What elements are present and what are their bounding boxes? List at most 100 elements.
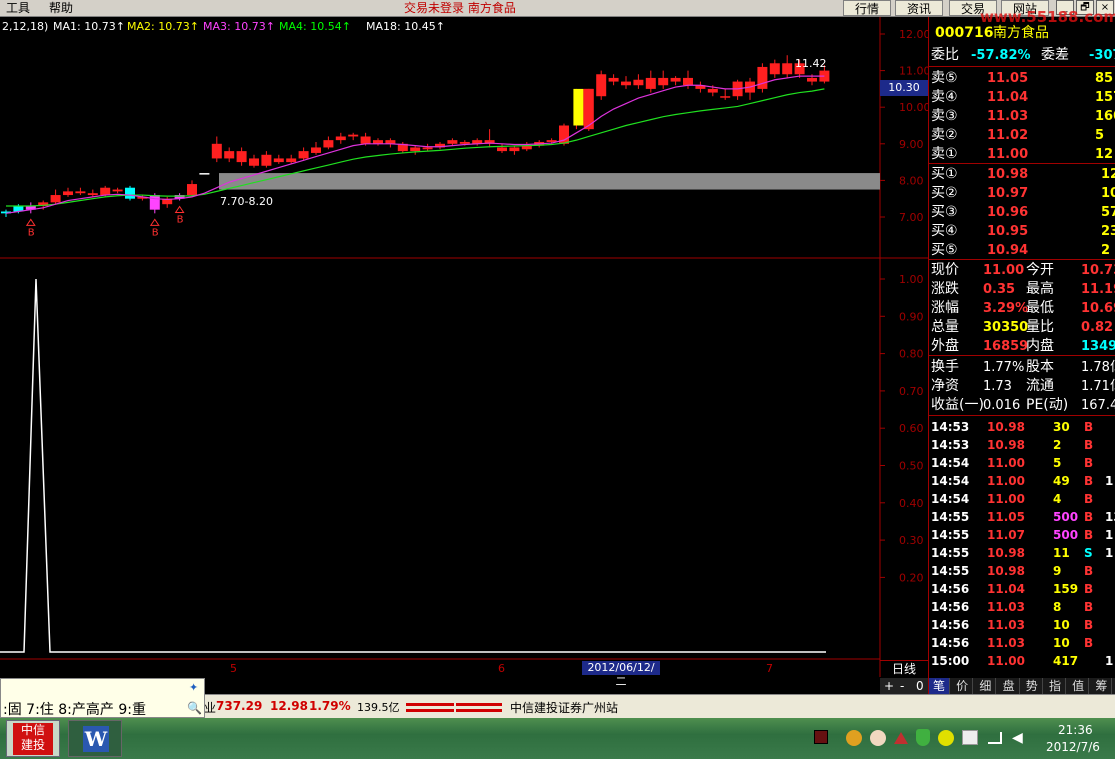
tick-s: B <box>1084 420 1094 434</box>
tray-clipboard-icon[interactable] <box>962 730 978 745</box>
wizard-icon[interactable]: ✦ <box>189 681 198 694</box>
menu-help[interactable]: 帮助 <box>49 0 73 16</box>
stat-value: 16859 <box>983 339 1029 354</box>
signal-icon[interactable] <box>988 732 1002 744</box>
panel-tab[interactable]: 筹 <box>1091 678 1113 694</box>
bid-price: 10.98 <box>987 167 1029 182</box>
app-label-line2: 建投 <box>20 738 45 752</box>
tick-s: B <box>1084 456 1094 470</box>
ask-label: 卖② <box>931 127 958 143</box>
stat-label: 最高 <box>1026 281 1054 297</box>
zoom-in-button[interactable]: + <box>884 678 894 694</box>
tray-security-icon[interactable] <box>938 730 954 746</box>
panel-tab[interactable]: 指 <box>1045 678 1066 694</box>
fund-row: 收益(一) 0.016 PE(动) 167.4 <box>929 396 1115 415</box>
tick-row: 14:56 11.04 159 B <box>929 580 1115 598</box>
y-tick-label: 8.00 <box>899 174 924 187</box>
bid-price: 10.94 <box>987 243 1029 258</box>
bid-price: 10.96 <box>987 205 1029 220</box>
candle-body <box>50 195 61 203</box>
stock-code: 000716 <box>935 25 994 41</box>
zoom-out-button[interactable]: - <box>900 678 904 694</box>
tick-p: 10.98 <box>987 564 1025 578</box>
candle-body <box>509 147 520 152</box>
buy-arrow-icon <box>174 205 185 214</box>
panel-tab[interactable]: 值 <box>1068 678 1090 694</box>
tick-t: 14:53 <box>931 420 970 434</box>
tick-p: 11.00 <box>987 456 1025 470</box>
tick-v: 49 <box>1053 474 1070 488</box>
tick-p: 10.98 <box>987 420 1025 434</box>
keyboard-wizard-popup[interactable]: :固 7:住 8:产高产 9:重 🔍 ✦ <box>0 678 205 718</box>
ask-label: 卖④ <box>931 89 958 105</box>
tick-n: 1 <box>1105 528 1114 542</box>
tick-v: 159 <box>1053 582 1079 596</box>
candle-body <box>410 147 421 152</box>
fund-label: PE(动) <box>1026 397 1069 413</box>
tray-app-icon[interactable] <box>814 730 828 744</box>
candle-body <box>707 88 718 93</box>
shield-icon[interactable] <box>916 729 930 746</box>
news-button[interactable]: 资讯 <box>895 0 943 16</box>
fund-label: 流通 <box>1026 378 1054 394</box>
buy-signal-label: B <box>28 227 35 238</box>
stat-row: 外盘 16859内盘 13491 <box>929 337 1115 356</box>
zoom-controls: + - 0 <box>880 678 929 694</box>
indicator-tick-label: 0.80 <box>899 348 924 361</box>
tray-network-icon[interactable] <box>894 732 908 744</box>
cursor-date: 2012/06/12/二 <box>582 661 660 688</box>
bid-price: 10.97 <box>987 186 1029 201</box>
index-change: 12.98 <box>270 699 308 713</box>
popup-text: :固 7:住 8:产高产 9:重 <box>3 702 146 718</box>
ask-volume: 12 <box>1095 147 1114 162</box>
buy-arrow-icon <box>149 218 160 226</box>
candle-body <box>670 77 681 82</box>
zoom-reset-button[interactable]: 0 <box>916 678 924 694</box>
search-icon[interactable]: 🔍 <box>187 701 202 715</box>
tick-p: 11.07 <box>987 528 1025 542</box>
stat-value: 0.82 <box>1081 320 1114 335</box>
taskbar-app-word[interactable]: W <box>68 720 122 757</box>
tick-row: 15:00 11.00 417 1 <box>929 652 1115 670</box>
tick-v: 5 <box>1053 456 1062 470</box>
ask-row: 卖③ 11.03 160 <box>929 107 1115 126</box>
period-label[interactable]: 日线 <box>880 660 928 677</box>
bid-price: 10.95 <box>987 224 1029 239</box>
menu-tools[interactable]: 工具 <box>6 0 30 16</box>
panel-tab[interactable]: 价 <box>952 678 974 694</box>
tick-s: B <box>1084 474 1094 488</box>
ask-label: 卖⑤ <box>931 70 958 86</box>
tick-n: 1 <box>1105 654 1114 668</box>
tick-p: 11.00 <box>987 492 1025 506</box>
panel-tab[interactable]: 势 <box>1022 678 1043 694</box>
indicator-tick-label: 0.70 <box>899 385 924 398</box>
tick-s: B <box>1084 564 1094 578</box>
volume-icon[interactable]: ◀ <box>1012 730 1023 746</box>
stat-row: 总量 30350 量比 0.82 <box>929 318 1115 337</box>
candle-body <box>125 187 135 199</box>
ask-row: 卖④ 11.04 157 <box>929 88 1115 107</box>
panel-tab[interactable]: 笔 <box>929 678 950 694</box>
taskbar-app-broker[interactable]: 中信 建投 <box>6 720 60 757</box>
candle-body <box>720 96 731 98</box>
stat-label: 外盘 <box>931 338 959 354</box>
buy-signal-label: B <box>177 215 184 226</box>
tick-p: 11.03 <box>987 636 1025 650</box>
panel-tab[interactable]: 盘 <box>999 678 1020 694</box>
y-tick-label: 12.00 <box>899 28 929 41</box>
tick-row: 14:54 11.00 5 B <box>929 454 1115 472</box>
bid-volume: 23 <box>1101 224 1115 239</box>
stat-row: 涨跌 0.35 最高 11.19 <box>929 280 1115 299</box>
candle-body <box>782 63 793 75</box>
candle-body <box>360 136 371 144</box>
quotes-button[interactable]: 行情 <box>843 0 891 16</box>
panel-tab[interactable]: 细 <box>975 678 997 694</box>
fund-value: 1.78亿 <box>1081 360 1115 375</box>
ask-volume: 160 <box>1095 109 1115 124</box>
chart-area[interactable]: B B B 12.00 11.00 10.00 9.00 8.00 7.00 1.00 0.90… <box>0 17 929 678</box>
tray-avatar-icon[interactable] <box>870 730 886 746</box>
tick-t: 14:55 <box>931 510 970 524</box>
tick-p: 11.00 <box>987 654 1025 668</box>
bid-label: 买⑤ <box>931 242 958 258</box>
tray-update-icon[interactable] <box>846 730 862 746</box>
